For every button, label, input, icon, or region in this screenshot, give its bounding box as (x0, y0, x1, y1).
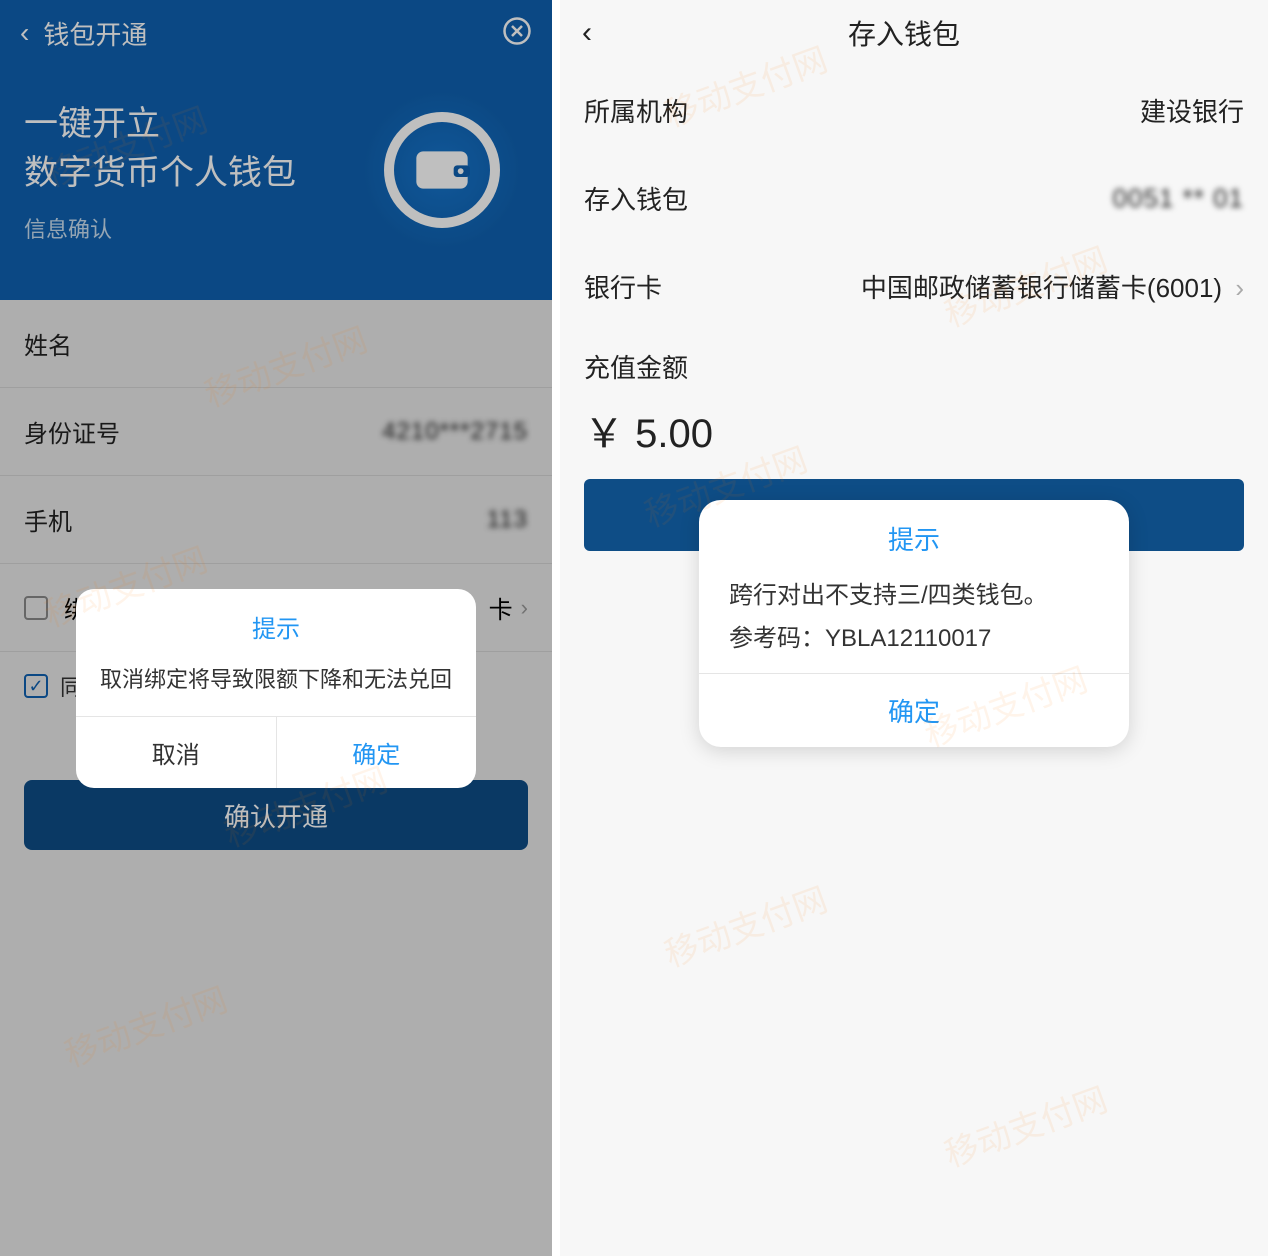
ref-label: 参考码： (729, 625, 825, 652)
dialog-title: 提示 (699, 500, 1129, 569)
modal-overlay: 提示 取消绑定将导致限额下降和无法兑回 取消 确定 (0, 0, 552, 1256)
dialog-message: 取消绑定将导致限额下降和无法兑回 (76, 656, 476, 716)
confirm-button[interactable]: 确定 (277, 717, 477, 788)
ref-code: YBLA12110017 (825, 625, 991, 652)
modal-overlay: 提示 跨行对出不支持三/四类钱包。 参考码：YBLA12110017 确定 (560, 0, 1268, 1256)
ok-button[interactable]: 确定 (699, 673, 1129, 747)
dialog-reference: 参考码：YBLA12110017 (699, 618, 1129, 673)
dialog-buttons: 取消 确定 (76, 716, 476, 788)
dialog-message: 跨行对出不支持三/四类钱包。 (699, 569, 1129, 618)
cancel-button[interactable]: 取消 (76, 717, 277, 788)
dialog-unbind: 提示 取消绑定将导致限额下降和无法兑回 取消 确定 (76, 589, 476, 788)
screen-wallet-open: ‹ 钱包开通 一键开立 数字货币个人钱包 信息确认 姓名 身份证号 4210**… (0, 0, 552, 1256)
screen-deposit: ‹ 存入钱包 所属机构 建设银行 存入钱包 0051 ** 01 银行卡 中国邮… (560, 0, 1268, 1256)
dialog-title: 提示 (76, 589, 476, 656)
dialog-tip: 提示 跨行对出不支持三/四类钱包。 参考码：YBLA12110017 确定 (699, 500, 1129, 747)
